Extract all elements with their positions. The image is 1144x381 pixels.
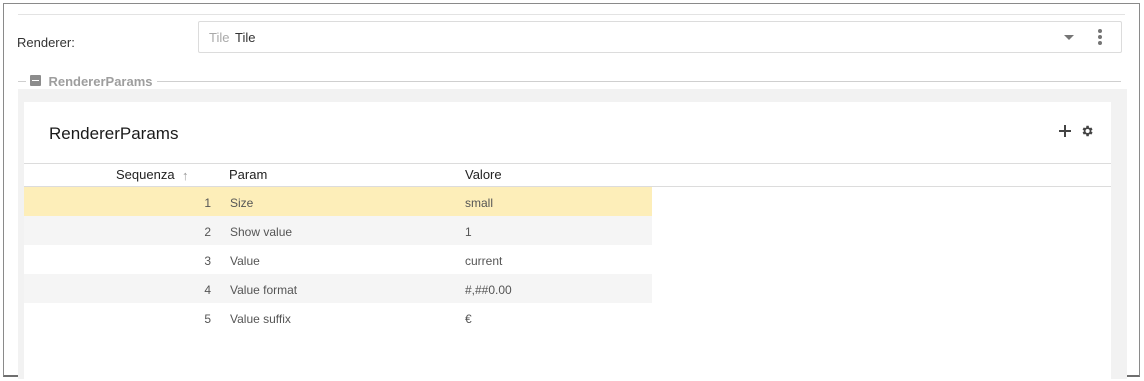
renderer-select[interactable]: Tile Tile bbox=[198, 21, 1122, 53]
cell-param: Value format bbox=[230, 283, 298, 297]
plus-icon[interactable] bbox=[1059, 125, 1071, 137]
cell-param: Show value bbox=[230, 225, 293, 239]
column-header-param[interactable]: Param bbox=[229, 167, 267, 182]
cell-valore: 1 bbox=[465, 225, 472, 239]
cell-sequenza: 3 bbox=[204, 254, 211, 268]
fieldset-border bbox=[18, 81, 1121, 82]
cell-valore: current bbox=[465, 254, 503, 268]
more-vert-icon[interactable] bbox=[1097, 28, 1103, 46]
renderer-placeholder: Tile bbox=[209, 30, 230, 45]
renderer-value: Tile bbox=[235, 30, 256, 45]
renderer-label: Renderer: bbox=[17, 35, 75, 50]
table-row[interactable]: 3 Value current bbox=[24, 245, 652, 274]
renderer-params-card: RendererParams Sequenza ↑ Param Valore 1… bbox=[24, 102, 1111, 381]
cell-sequenza: 2 bbox=[204, 225, 211, 239]
cell-param: Value suffix bbox=[230, 312, 291, 326]
cell-valore: small bbox=[465, 196, 494, 210]
table-row[interactable]: 4 Value format #,##0.00 bbox=[24, 274, 652, 303]
cell-sequenza: 1 bbox=[204, 196, 211, 210]
card-title: RendererParams bbox=[49, 124, 179, 143]
chevron-down-icon[interactable] bbox=[1064, 35, 1074, 40]
window-frame: Renderer: Tile Tile RendererParams Rende… bbox=[3, 3, 1140, 381]
top-divider bbox=[18, 14, 1125, 15]
cell-valore: #,##0.00 bbox=[465, 283, 512, 297]
cell-param: Size bbox=[230, 196, 254, 210]
column-header-valore[interactable]: Valore bbox=[465, 167, 502, 182]
sort-ascending-icon[interactable]: ↑ bbox=[182, 168, 189, 183]
cell-sequenza: 4 bbox=[204, 283, 211, 297]
cell-param: Value bbox=[230, 254, 260, 268]
fieldset-legend-text: RendererParams bbox=[48, 74, 153, 90]
table-top-divider bbox=[24, 163, 1111, 164]
collapse-icon[interactable] bbox=[30, 74, 41, 86]
cell-sequenza: 5 bbox=[204, 312, 211, 326]
table-row[interactable]: 2 Show value 1 bbox=[24, 216, 652, 245]
fieldset-legend[interactable]: RendererParams bbox=[26, 73, 157, 89]
gear-icon[interactable] bbox=[1080, 124, 1094, 138]
table-row[interactable]: 5 Value suffix € bbox=[24, 303, 652, 332]
cell-valore: € bbox=[465, 312, 472, 326]
column-header-sequenza[interactable]: Sequenza bbox=[116, 167, 175, 182]
table-row[interactable]: 1 Size small bbox=[24, 187, 652, 216]
